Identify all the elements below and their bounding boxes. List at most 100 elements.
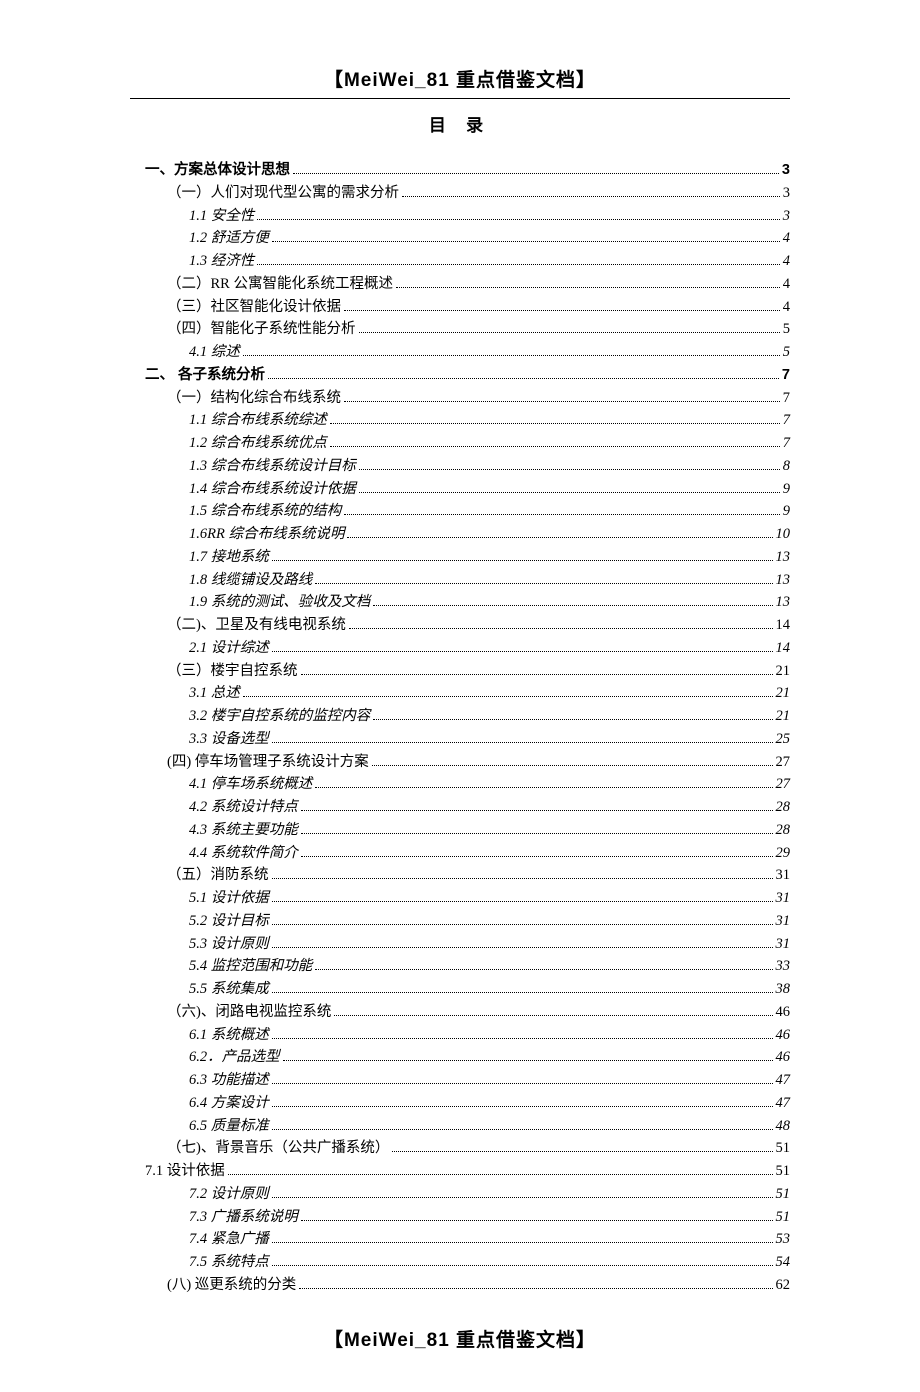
toc-entry: 6.4 方案设计47 [189, 1093, 790, 1115]
toc-title: 目 录 [0, 111, 920, 136]
toc-entry-label: 1.3 综合布线系统设计目标 [189, 456, 356, 478]
toc-entry-page: 33 [776, 956, 791, 978]
toc-entry: 4.1 停车场系统概述27 [189, 774, 790, 796]
toc-entry-page: 21 [776, 706, 791, 728]
toc-entry: 2.1 设计综述14 [189, 638, 790, 660]
toc-leader-dots [349, 618, 773, 629]
toc-entry-label: 4.1 停车场系统概述 [189, 774, 312, 796]
toc-entry: （一）人们对现代型公寓的需求分析3 [167, 183, 790, 205]
toc-entry-page: 31 [776, 865, 791, 887]
toc-entry-page: 4 [783, 274, 790, 296]
toc-entry-label: 7.5 系统特点 [189, 1252, 269, 1274]
toc-entry-page: 31 [776, 888, 791, 910]
toc-leader-dots [228, 1164, 773, 1175]
toc-entry-page: 3 [782, 160, 790, 182]
toc-entry-label: 1.1 安全性 [189, 206, 254, 228]
toc-entry-page: 13 [776, 592, 791, 614]
toc-entry: （三）社区智能化设计依据4 [167, 297, 790, 319]
toc-entry: 4.4 系统软件简介29 [189, 843, 790, 865]
toc-leader-dots [272, 1118, 773, 1129]
toc-entry-label: 1.9 系统的测试、验收及文档 [189, 592, 370, 614]
toc-entry-label: （四）智能化子系统性能分析 [167, 319, 356, 341]
toc-entry: 7.4 紧急广播53 [189, 1229, 790, 1251]
toc-leader-dots [243, 345, 780, 356]
toc-leader-dots [272, 1096, 773, 1107]
toc-entry: 1.9 系统的测试、验收及文档 13 [189, 592, 790, 614]
toc-entry-page: 28 [776, 820, 791, 842]
toc-entry-label: 6.3 功能描述 [189, 1070, 269, 1092]
toc-entry-label: 4.4 系统软件简介 [189, 843, 298, 865]
toc-entry-label: 1.8 线缆铺设及路线 [189, 570, 312, 592]
toc-entry-label: 1.3 经济性 [189, 251, 254, 273]
toc-entry-page: 51 [776, 1184, 791, 1206]
toc-entry-label: 1.2 舒适方便 [189, 228, 269, 250]
toc-entry-label: 7.2 设计原则 [189, 1184, 269, 1206]
toc-entry-label: 1.4 综合布线系统设计依据 [189, 479, 356, 501]
toc-leader-dots [301, 845, 773, 856]
toc-entry: 3.1 总述21 [189, 683, 790, 705]
toc-entry-page: 51 [776, 1161, 791, 1183]
toc-leader-dots [257, 208, 780, 219]
toc-entry-page: 14 [776, 615, 791, 637]
toc-entry: （七)、背景音乐（公共广播系统）51 [167, 1138, 790, 1160]
toc-entry: 1.3 综合布线系统设计目标8 [189, 456, 790, 478]
toc-entry: 1.7 接地系统13 [189, 547, 790, 569]
toc-entry: （六)、闭路电视监控系统46 [167, 1002, 790, 1024]
toc-entry-page: 47 [776, 1093, 791, 1115]
document-page: 【MeiWei_81 重点借鉴文档】 目 录 一、方案总体设计思想3（一）人们对… [0, 0, 920, 1392]
toc-leader-dots [272, 1073, 773, 1084]
toc-entry-page: 3 [783, 206, 790, 228]
toc-leader-dots [283, 1050, 773, 1061]
toc-entry-label: 1.5 综合布线系统的结构 [189, 501, 341, 523]
toc-entry: (八) 巡更系统的分类62 [167, 1275, 790, 1297]
toc-entry: 7.5 系统特点54 [189, 1252, 790, 1274]
toc-entry-label: (八) 巡更系统的分类 [167, 1275, 296, 1297]
toc-entry-label: 4.2 系统设计特点 [189, 797, 298, 819]
toc-entry-label: 2.1 设计综述 [189, 638, 269, 660]
toc-entry-label: 7.4 紧急广播 [189, 1229, 269, 1251]
toc-entry-page: 7 [782, 365, 790, 387]
toc-entry: 3.2 楼宇自控系统的监控内容21 [189, 706, 790, 728]
toc-entry: 二、 各子系统分析 7 [145, 365, 790, 387]
toc-leader-dots [272, 550, 773, 561]
toc-leader-dots [272, 732, 773, 743]
toc-entry-page: 27 [776, 752, 791, 774]
toc-entry-page: 28 [776, 797, 791, 819]
toc-entry: 5.2 设计目标31 [189, 911, 790, 933]
toc-entry-label: 二、 各子系统分析 [145, 365, 265, 387]
toc-entry-label: （二)、卫星及有线电视系统 [167, 615, 346, 637]
toc-entry-label: 4.3 系统主要功能 [189, 820, 298, 842]
toc-entry-page: 51 [776, 1207, 791, 1229]
toc-entry-page: 46 [776, 1047, 791, 1069]
toc-entry: （五）消防系统 31 [167, 865, 790, 887]
toc-entry-page: 48 [776, 1116, 791, 1138]
toc-leader-dots [347, 527, 772, 538]
toc-entry-page: 9 [783, 501, 790, 523]
toc-leader-dots [359, 459, 780, 470]
toc-entry-page: 47 [776, 1070, 791, 1092]
toc-entry-page: 51 [776, 1138, 791, 1160]
toc-entry-label: 3.3 设备选型 [189, 729, 269, 751]
toc-leader-dots [330, 413, 780, 424]
toc-entry-label: （五）消防系统 [167, 865, 269, 887]
toc-entry-label: 5.2 设计目标 [189, 911, 269, 933]
toc-entry: 7.1 设计依据51 [145, 1161, 790, 1183]
toc-leader-dots [396, 277, 780, 288]
toc-entry: 1.2 舒适方便 4 [189, 228, 790, 250]
toc-entry: 6.1 系统概述46 [189, 1025, 790, 1047]
toc-leader-dots [315, 572, 772, 583]
toc-leader-dots [301, 1209, 773, 1220]
toc-entry-label: 5.5 系统集成 [189, 979, 269, 1001]
toc-entry: 6.5 质量标准 48 [189, 1116, 790, 1138]
toc-leader-dots [272, 891, 773, 902]
toc-entry-label: （六)、闭路电视监控系统 [167, 1002, 331, 1024]
toc-entry-label: 6.5 质量标准 [189, 1116, 269, 1138]
toc-entry-page: 21 [776, 661, 791, 683]
page-footer: 【MeiWei_81 重点借鉴文档】 [130, 1325, 790, 1352]
toc-leader-dots [373, 709, 772, 720]
header-text: 【MeiWei_81 重点借鉴文档】 [324, 70, 596, 91]
toc-entry: 4.3 系统主要功能 28 [189, 820, 790, 842]
toc-leader-dots [272, 1232, 773, 1243]
toc-entry: （二）RR 公寓智能化系统工程概述4 [167, 274, 790, 296]
toc-entry-page: 4 [783, 228, 790, 250]
